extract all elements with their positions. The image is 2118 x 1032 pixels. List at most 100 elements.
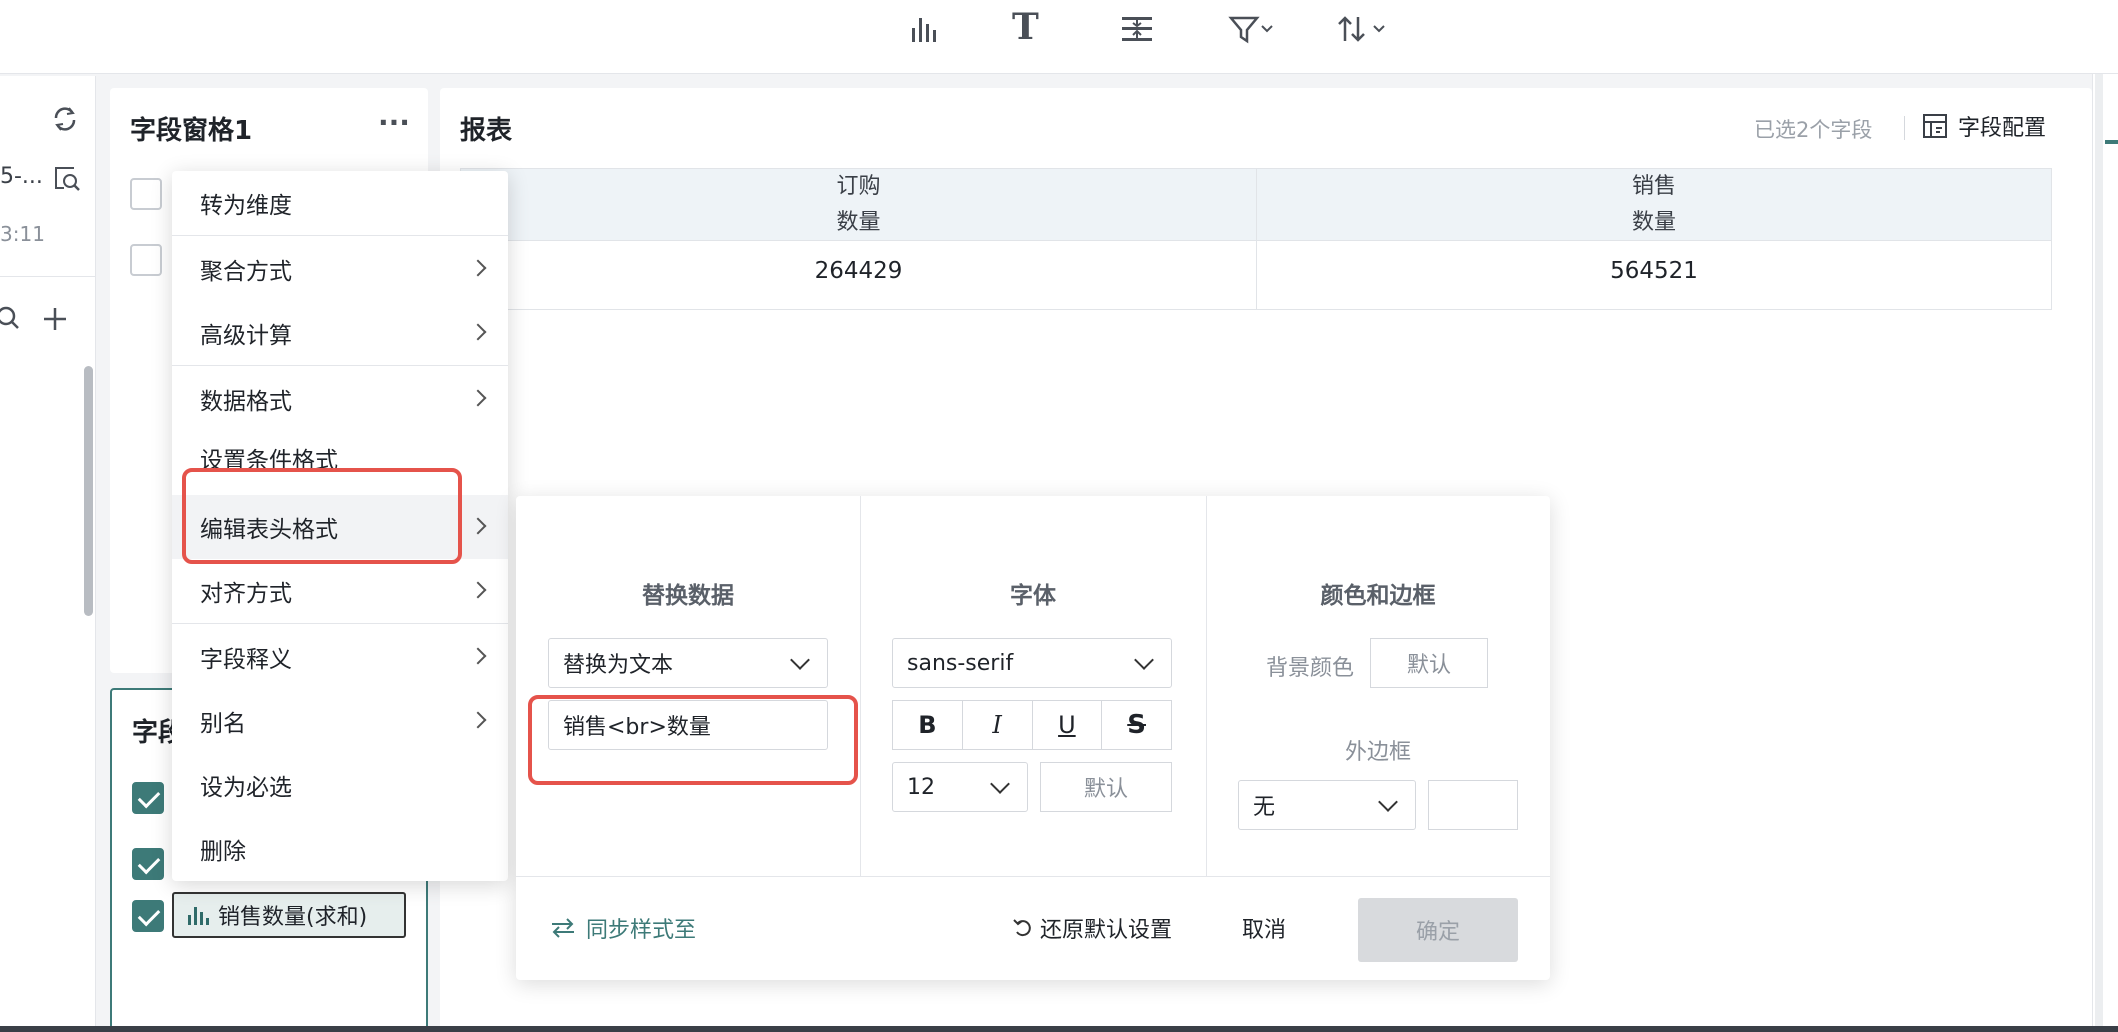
menu-item-alignment[interactable]: 对齐方式 [172,559,508,623]
menu-item-data-format[interactable]: 数据格式 [172,367,508,431]
table-cell: 564521 [1610,258,1698,284]
field-config-button[interactable]: 字段配置 [1922,110,2046,142]
menu-item-delete[interactable]: 删除 [172,817,508,881]
sync-style-button[interactable]: 同步样式至 [550,912,696,944]
selected-count: 已选2个字段 [1754,118,1873,142]
chevron-right-icon [469,259,487,277]
sync-icon [552,918,574,938]
field-checkbox-1[interactable] [130,178,162,210]
filter-icon[interactable] [1228,6,1276,52]
ok-button[interactable]: 确定 [1358,898,1518,962]
report-table: 订购 数量 销售 数量 264429 564521 [460,168,2052,310]
scrollbar[interactable] [84,366,93,616]
table-header-cell[interactable]: 订购 数量 [461,169,1256,241]
menu-item-label: 转为维度 [200,193,292,219]
field-checkbox-checked-2[interactable] [132,848,164,880]
font-color-button[interactable]: 默认 [1040,762,1172,812]
header-line-2: 数量 [1631,210,1676,235]
strikethrough-button[interactable]: S [1102,701,1171,749]
bold-button[interactable]: B [893,701,963,749]
table-config-icon [1923,114,1947,138]
report-title: 报表 [460,116,513,146]
underline-button[interactable]: U [1033,701,1103,749]
menu-item-convert-dimension[interactable]: 转为维度 [172,171,508,235]
bg-color-button[interactable]: 默认 [1370,638,1488,688]
bar-chart-icon[interactable] [908,6,938,52]
menu-item-label: 聚合方式 [200,259,292,285]
refresh-icon[interactable] [50,104,80,134]
cancel-button[interactable]: 取消 [1242,912,1286,944]
more-icon[interactable]: ··· [378,106,410,139]
sort-icon[interactable] [1336,6,1392,52]
active-tab-indicator [2105,140,2118,144]
chevron-right-icon [469,389,487,407]
split-icon[interactable] [1120,6,1154,52]
menu-item-label: 别名 [200,711,246,737]
field-checkbox-2[interactable] [130,244,162,276]
font-family-value: sans-serif [907,650,1014,676]
footer-divider [516,876,1550,877]
restore-default-label: 还原默认设置 [1040,918,1173,943]
left-panel: 5-... 3:11 [0,76,96,1032]
border-style-select[interactable]: 无 [1238,780,1416,830]
menu-item-advanced-calc[interactable]: 高级计算 [172,301,508,365]
text-icon[interactable]: T [1012,4,1039,50]
header-line-1: 销售 [1631,174,1676,199]
header-line-2: 数量 [836,210,881,235]
chevron-right-icon [469,647,487,665]
right-edge-panel [2092,74,2118,1032]
font-family-select[interactable]: sans-serif [892,638,1172,688]
divider [0,276,96,277]
field-checkbox-checked-3[interactable] [132,900,164,932]
chevron-right-icon [469,711,487,729]
bg-color-label: 背景颜色 [1266,656,1355,681]
right-scrollbar[interactable] [2095,74,2103,1032]
field-checkbox-checked-1[interactable] [132,782,164,814]
font-size-select[interactable]: 12 [892,762,1028,812]
menu-separator [172,365,508,366]
search-icon[interactable] [0,304,24,334]
chevron-down-icon [1378,792,1398,812]
italic-button[interactable]: I [963,701,1033,749]
menu-separator [172,235,508,236]
selected-field-label: 销售数量(求和) [218,905,368,930]
menu-item-alias[interactable]: 别名 [172,689,508,753]
menu-item-label: 字段释义 [200,647,292,673]
menu-item-label: 删除 [200,839,246,865]
add-icon[interactable] [40,304,70,334]
preview-icon[interactable] [52,164,82,194]
dataset-name: 5-... [0,164,43,189]
selected-field-chip[interactable]: 销售数量(求和) [172,892,406,938]
bottom-bar [0,1026,2118,1032]
border-color-button[interactable] [1428,780,1518,830]
table-cell: 264429 [814,258,903,284]
table-header-cell[interactable]: 销售 数量 [1257,169,2051,241]
top-toolbar: T [0,0,2118,74]
replace-mode-select[interactable]: 替换为文本 [548,638,828,688]
sync-style-label: 同步样式至 [586,918,697,943]
replace-data-title: 替换数据 [642,583,734,609]
divider [1904,116,1905,140]
highlight-box [182,468,462,564]
chevron-down-icon [790,650,810,670]
menu-item-field-definition[interactable]: 字段释义 [172,625,508,689]
menu-item-aggregation[interactable]: 聚合方式 [172,237,508,301]
menu-item-label: 高级计算 [200,323,292,349]
menu-item-label: 数据格式 [200,389,292,415]
color-border-title: 颜色和边框 [1320,583,1436,609]
chevron-down-icon [990,774,1010,794]
field-config-label: 字段配置 [1958,116,2047,141]
field-pane-title: 字段窗格1 [130,116,253,146]
replace-mode-value: 替换为文本 [563,653,674,678]
restore-default-button[interactable]: 还原默认设置 [1012,912,1172,944]
chevron-right-icon [469,581,487,599]
menu-item-set-required[interactable]: 设为必选 [172,753,508,817]
column-divider [860,496,861,876]
menu-separator [172,623,508,624]
chevron-right-icon [469,323,487,341]
chevron-down-icon [1134,650,1154,670]
chevron-right-icon [469,517,487,535]
highlight-box [528,695,858,785]
menu-item-label: 设为必选 [200,775,292,801]
font-style-group: B I U S [892,700,1172,750]
